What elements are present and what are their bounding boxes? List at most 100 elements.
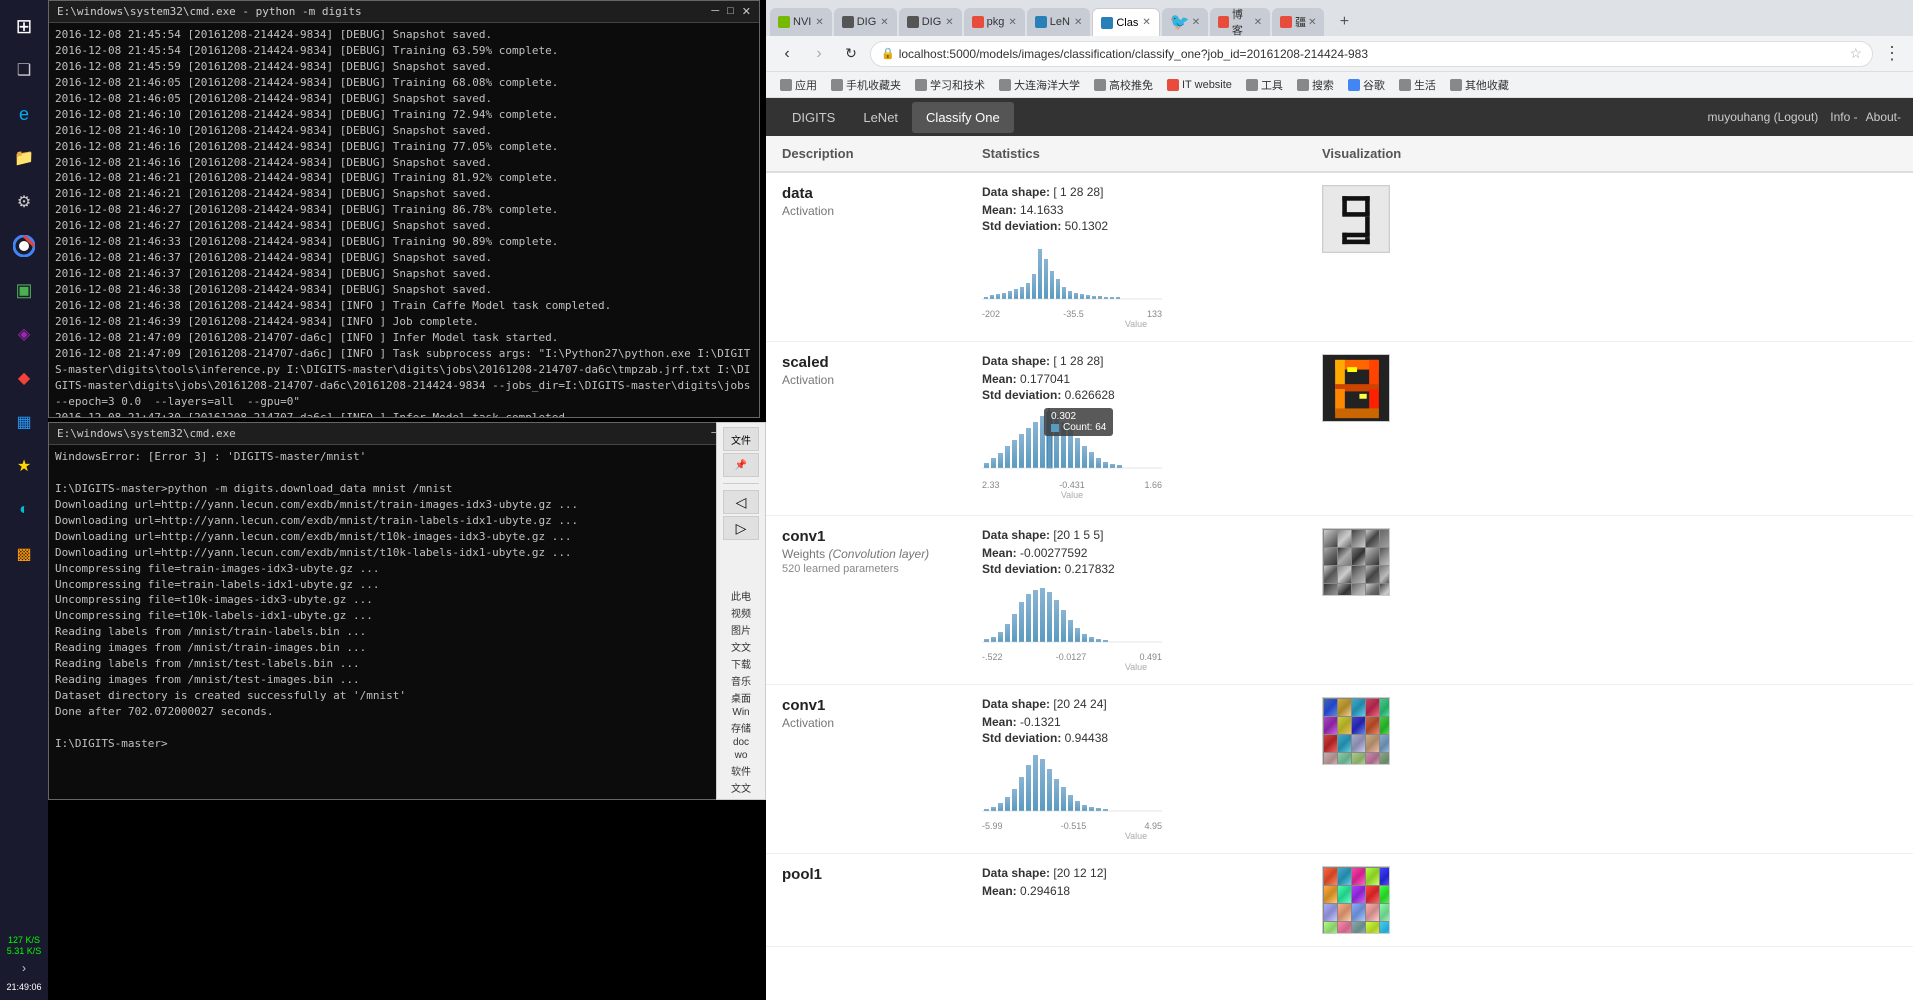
hist-scaled-min: 2.33 (982, 480, 1000, 490)
app-icon-2[interactable]: ◈ (4, 314, 44, 354)
fe-item-9[interactable]: 存储 (731, 720, 751, 735)
fe-item-1[interactable]: 此电 (731, 588, 751, 603)
tab-pkg-close[interactable]: ✕ (1008, 17, 1016, 28)
tab-nvi-close[interactable]: ✕ (815, 17, 823, 28)
fe-item-3[interactable]: 图片 (731, 622, 751, 637)
cmd-line: Done after 702.072000027 seconds. (55, 704, 753, 720)
fe-pin-icon[interactable]: 📌 (723, 453, 759, 477)
fe-item-2[interactable]: 视频 (731, 605, 751, 620)
tab-len[interactable]: LeN ✕ (1027, 8, 1091, 36)
fe-item-7[interactable]: 桌面 (731, 690, 751, 705)
conv1w-shape: [20 1 5 5] (1053, 528, 1103, 542)
app-icon-3[interactable]: ◆ (4, 358, 44, 398)
tab-bird[interactable]: 🐦 ✕ (1162, 8, 1208, 36)
tab-other-close[interactable]: ✕ (1308, 17, 1316, 28)
tab-other[interactable]: 疆 ✕ (1272, 8, 1324, 36)
cmd-window-2: E:\windows\system32\cmd.exe ─ □ ✕ Window… (48, 422, 760, 800)
bookmarks-bar: 应用 手机收藏夹 学习和技术 大连海洋大学 高校推免 IT website 工具 (766, 72, 1913, 98)
reload-button[interactable]: ↻ (838, 41, 864, 67)
tab-csdn-close[interactable]: ✕ (1254, 17, 1262, 28)
cmd-title-2: E:\windows\system32\cmd.exe (57, 427, 236, 440)
app-icon-4[interactable]: ▦ (4, 402, 44, 442)
fe-item-10[interactable]: doc (733, 737, 749, 748)
cmd-close-1[interactable]: ✕ (742, 5, 751, 18)
cmd-line: Downloading url=http://yann.lecun.com/ex… (55, 497, 753, 513)
cmd-maximize-1[interactable]: □ (727, 5, 734, 18)
row-desc-conv1w: conv1 Weights (Convolution layer) 520 le… (766, 516, 966, 685)
settings-icon[interactable]: ⚙ (4, 182, 44, 222)
hist-scaled-max: 1.66 (1144, 480, 1162, 490)
fe-item-12[interactable]: 软件 (731, 763, 751, 778)
network-down-speed: 5.31 K/S (7, 946, 42, 958)
activation-grid-vis (1322, 697, 1390, 765)
cmd-minimize-1[interactable]: ─ (711, 5, 719, 18)
hist-conv1a-max: 4.95 (1144, 821, 1162, 831)
nav-lenet[interactable]: LeNet (849, 102, 912, 133)
tab-pkg[interactable]: pkg ✕ (964, 8, 1025, 36)
tab-clas[interactable]: Clas ✕ (1092, 8, 1159, 36)
fe-btn-1[interactable]: 文件 (723, 427, 759, 451)
address-bar[interactable]: 🔒 localhost:5000/models/images/classific… (870, 41, 1873, 67)
nav-classify-one[interactable]: Classify One (912, 102, 1014, 133)
start-button[interactable]: ⊞ (4, 6, 44, 46)
address-text: localhost:5000/models/images/classificat… (899, 47, 1368, 61)
tab-dig2-close[interactable]: ✕ (945, 17, 953, 28)
nav-user[interactable]: muyouhang (Logout) (1708, 110, 1819, 124)
hist-conv1w-min: -.522 (982, 652, 1003, 662)
fe-item-6[interactable]: 音乐 (731, 673, 751, 688)
cmd-line: 2016-12-08 21:46:10 [20161208-214424-983… (55, 123, 753, 139)
nav-about[interactable]: About- (1866, 110, 1901, 124)
tab-dig-2[interactable]: DIG ✕ (899, 8, 962, 36)
file-explorer-icon[interactable]: 📁 (4, 138, 44, 178)
bookmark-it-website[interactable]: IT website (1161, 77, 1238, 93)
row-desc-conv1a: conv1 Activation (766, 685, 966, 854)
app-icon-6[interactable]: ◐ (4, 490, 44, 530)
forward-button[interactable]: › (806, 41, 832, 67)
fe-item-4[interactable]: 文文 (731, 639, 751, 654)
settings-menu-button[interactable]: ⋮ (1879, 41, 1905, 67)
bookmark-apps[interactable]: 应用 (774, 75, 823, 95)
edge-icon[interactable]: e (4, 94, 44, 134)
star-icon[interactable]: ☆ (1849, 45, 1862, 62)
bookmark-mobile[interactable]: 手机收藏夹 (825, 75, 907, 95)
tab-dig1-close[interactable]: ✕ (880, 17, 888, 28)
bookmark-learning[interactable]: 学习和技术 (909, 75, 991, 95)
bookmark-google[interactable]: 谷歌 (1342, 75, 1391, 95)
chrome-icon[interactable] (4, 226, 44, 266)
app-icon-7[interactable]: ▩ (4, 534, 44, 574)
cmd-title-bar-2[interactable]: E:\windows\system32\cmd.exe ─ □ ✕ (49, 423, 759, 445)
tab-clas-close[interactable]: ✕ (1142, 17, 1150, 28)
hist-conv1w-max: 0.491 (1139, 652, 1162, 662)
new-tab-button[interactable]: + (1330, 8, 1358, 36)
fe-item-13[interactable]: 文文 (731, 780, 751, 795)
fe-nav-left[interactable]: ◁ (723, 490, 759, 514)
fe-nav-right[interactable]: ▷ (723, 516, 759, 540)
row-params-conv1w: 520 learned parameters (782, 563, 950, 575)
back-button[interactable]: ‹ (774, 41, 800, 67)
app-icon-1[interactable]: ▣ (4, 270, 44, 310)
expand-button[interactable]: › (4, 958, 44, 978)
task-view-button[interactable]: ❑ (4, 50, 44, 90)
bookmark-other[interactable]: 其他收藏 (1444, 75, 1515, 95)
nav-digits[interactable]: DIGITS (778, 102, 849, 133)
fe-item-11[interactable]: wo (735, 750, 748, 761)
tab-csdn[interactable]: 博客 ✕ (1210, 8, 1270, 36)
bookmark-dlou[interactable]: 大连海洋大学 (993, 75, 1086, 95)
cmd-title-bar-1[interactable]: E:\windows\system32\cmd.exe - python -m … (49, 1, 759, 23)
tab-bird-close[interactable]: ✕ (1192, 17, 1200, 28)
app-icon-5[interactable]: ★ (4, 446, 44, 486)
cmd-line: Downloading url=http://yann.lecun.com/ex… (55, 513, 753, 529)
col-visualization: Visualization (1306, 136, 1913, 172)
bookmark-life[interactable]: 生活 (1393, 75, 1442, 95)
fe-item-8[interactable]: Win (732, 707, 749, 718)
bookmark-tuimian[interactable]: 高校推免 (1088, 75, 1159, 95)
tab-dig-1[interactable]: DIG ✕ (834, 8, 897, 36)
bookmark-search[interactable]: 搜索 (1291, 75, 1340, 95)
fe-item-5[interactable]: 下载 (731, 656, 751, 671)
cmd-line: Reading labels from /mnist/test-labels.b… (55, 656, 753, 672)
tab-len-close[interactable]: ✕ (1074, 17, 1082, 28)
tab-nvi[interactable]: NVI ✕ (770, 8, 832, 36)
nav-info[interactable]: Info - (1830, 110, 1857, 124)
cmd-line: Reading labels from /mnist/train-labels.… (55, 624, 753, 640)
bookmark-tools[interactable]: 工具 (1240, 75, 1289, 95)
